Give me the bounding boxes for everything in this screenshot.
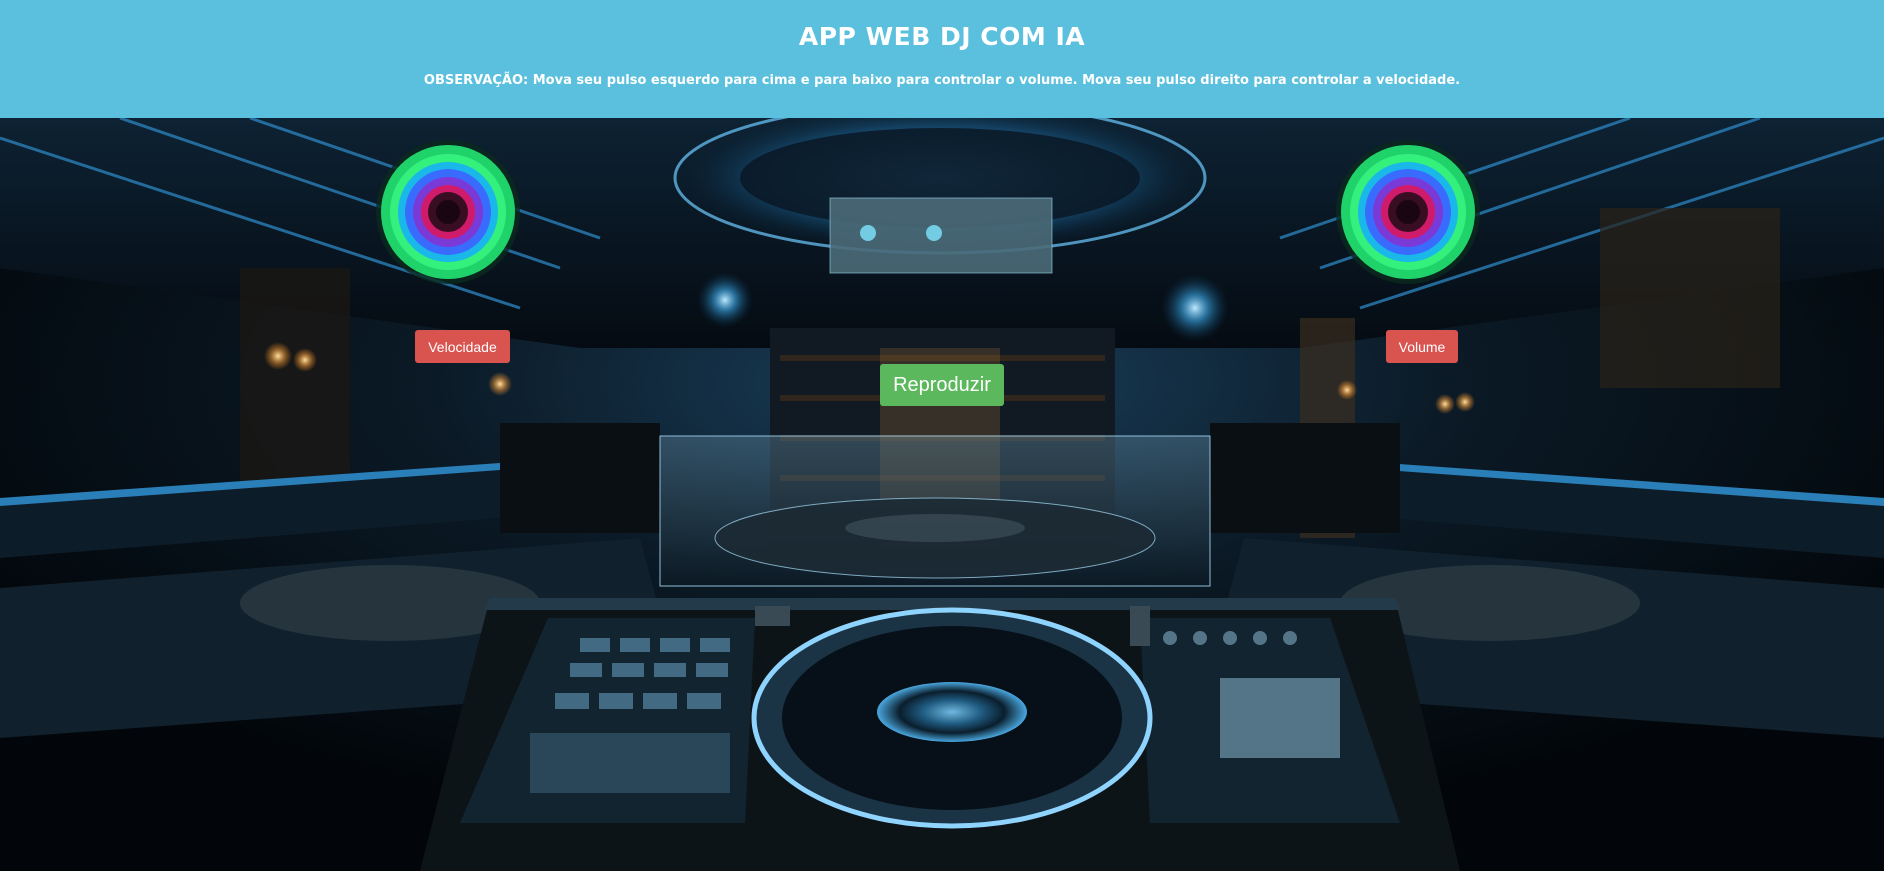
right-wrist-tracker-icon xyxy=(1336,140,1480,284)
dj-stage-background xyxy=(0,118,1884,871)
instructions-note: OBSERVAÇÃO: Mova seu pulso esquerdo para… xyxy=(423,73,1461,88)
page-title: APP WEB DJ COM IA xyxy=(798,22,1086,51)
header: APP WEB DJ COM IA OBSERVAÇÃO: Mova seu p… xyxy=(0,0,1884,118)
left-wrist-tracker-icon xyxy=(376,140,520,284)
speed-button[interactable]: Velocidade xyxy=(415,330,510,363)
club-scene-image xyxy=(0,118,1884,871)
play-button[interactable]: Reproduzir xyxy=(880,364,1004,406)
volume-button[interactable]: Volume xyxy=(1386,330,1458,363)
